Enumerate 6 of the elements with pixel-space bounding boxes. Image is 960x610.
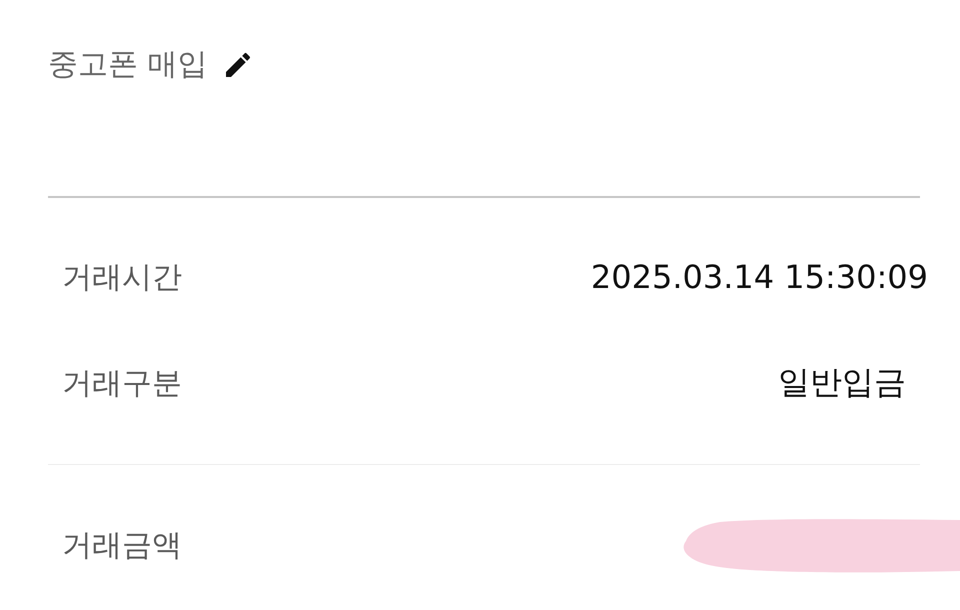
detail-value: 일반입금 <box>778 362 906 403</box>
page-title: 중고폰 매입 <box>48 46 208 84</box>
detail-label: 거래구분 <box>62 364 182 402</box>
detail-label: 거래시간 <box>62 258 182 296</box>
detail-value: 2025.03.14 15:30:09 <box>590 258 928 296</box>
amount-label: 거래금액 <box>62 526 182 564</box>
